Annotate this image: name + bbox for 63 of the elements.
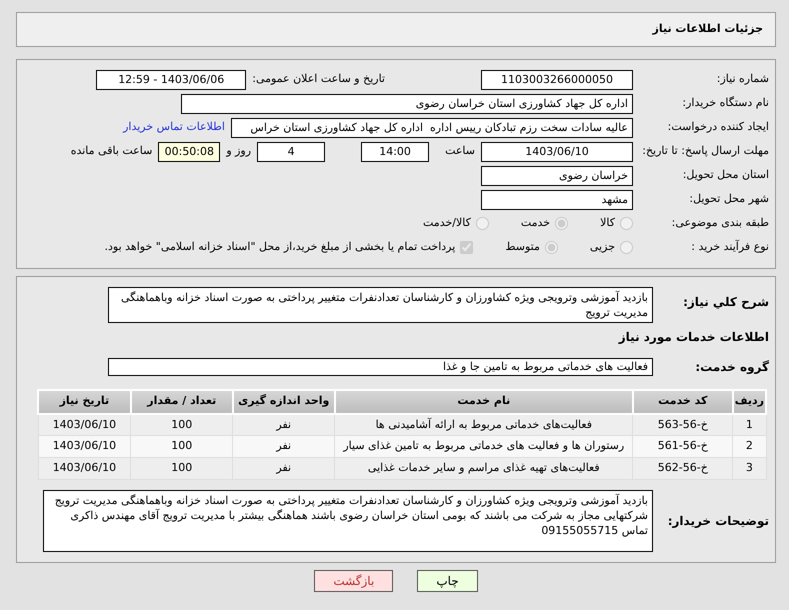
back-button[interactable]: بازگشت bbox=[314, 570, 394, 592]
field-label: گروه خدمت: bbox=[694, 358, 769, 376]
column-header: کد خدمت bbox=[632, 390, 733, 414]
table-cell: 1403/06/10 bbox=[38, 436, 131, 458]
buyer-org-field[interactable]: اداره کل جهاد کشاورزی استان خراسان رضوی bbox=[181, 94, 633, 114]
table-cell: خ-56-562 bbox=[632, 458, 733, 480]
field-label: توضیحات خریدار: bbox=[666, 513, 769, 530]
table-cell: نفر bbox=[232, 414, 335, 436]
column-header: نام خدمت bbox=[334, 390, 633, 414]
option-label: کالا/خدمت bbox=[423, 215, 471, 232]
field-label: شهر محل تحویل: bbox=[688, 191, 769, 208]
table-cell: 3 bbox=[732, 458, 766, 480]
field-label: شرح کلي نياز: bbox=[682, 294, 769, 310]
table-cell: رستوران ها و فعالیت های خدماتی مربوط به تامین غذای سیار bbox=[334, 436, 633, 458]
print-button[interactable]: چاپ bbox=[417, 570, 478, 592]
table-cell: 1403/06/10 bbox=[38, 458, 131, 480]
need-number-field[interactable]: 1103003266000050 bbox=[481, 70, 633, 90]
section-title: اطلاعات خدمات مورد نیاز bbox=[618, 328, 769, 346]
table-cell: نفر bbox=[232, 436, 335, 458]
table-cell: 100 bbox=[130, 436, 233, 458]
city-field[interactable]: مشهد bbox=[481, 190, 633, 210]
table-cell: نفر bbox=[232, 458, 335, 480]
field-label: روز و bbox=[226, 143, 252, 160]
field-label: مهلت ارسال پاسخ: تا تاریخ: bbox=[641, 143, 769, 160]
field-label: نوع فرآیند خرید : bbox=[690, 239, 769, 256]
remaining-time-field[interactable]: 00:50:08 bbox=[158, 142, 220, 162]
service-group-field[interactable]: فعالیت های خدماتی مربوط به تامین جا و غذا bbox=[108, 358, 653, 376]
column-header: ردیف bbox=[732, 390, 766, 414]
option-label: متوسط bbox=[505, 239, 540, 256]
table-cell: 100 bbox=[130, 414, 233, 436]
payment-note: پرداخت تمام یا بخشی از مبلغ خرید،از محل "اسناد خزانه اسلامی" خواهد بود. bbox=[104, 239, 456, 256]
province-field[interactable]: خراسان رضوی bbox=[481, 166, 633, 186]
table-cell: 100 bbox=[130, 458, 233, 480]
option-label: کالا bbox=[600, 215, 615, 232]
column-header: تاریخ نیاز bbox=[38, 390, 131, 414]
announce-date-field[interactable]: 1403/06/06 - 12:59 bbox=[96, 70, 246, 90]
description-box[interactable]: بازدید آموزشی وترویجی ویژه کشاورزان و کارشناسان تعدادنفرات متغییر پرداختی به صورت اسناد خزانه وباهماهنگی مدیریت ترویج bbox=[108, 286, 653, 322]
table-cell: فعالیت‌های خدماتی مربوط به ارائه آشامیدنی ها bbox=[334, 414, 633, 436]
field-label: طبقه بندی موضوعی: bbox=[670, 215, 769, 232]
deadline-time-field[interactable]: 14:00 bbox=[361, 142, 430, 162]
field-label: تاریخ و ساعت اعلان عمومی: bbox=[252, 71, 385, 88]
field-label: ساعت باقی مانده bbox=[70, 143, 152, 160]
field-label: شماره نیاز: bbox=[716, 71, 769, 88]
column-header: تعداد / مقدار bbox=[130, 390, 233, 414]
table-cell: خ-56-563 bbox=[632, 414, 733, 436]
deadline-date-field[interactable]: 1403/06/10 bbox=[481, 142, 633, 162]
field-label: استان محل تحویل: bbox=[682, 167, 769, 184]
field-label: نام دستگاه خریدار: bbox=[681, 95, 769, 112]
option-label: جزیی bbox=[590, 239, 615, 256]
table-cell: 2 bbox=[732, 436, 766, 458]
field-label: ایجاد کننده درخواست: bbox=[666, 119, 769, 136]
column-header: واحد اندازه گیری bbox=[232, 390, 335, 414]
days-field[interactable]: 4 bbox=[257, 142, 326, 162]
page-header: جزئیات اطلاعات نیاز bbox=[16, 12, 776, 46]
table-cell: 1403/06/10 bbox=[38, 414, 131, 436]
table-cell: فعالیت‌های تهیه غذای مراسم و سایر خدمات غذایی bbox=[334, 458, 633, 480]
field-label: ساعت bbox=[445, 143, 475, 160]
table-cell: 1 bbox=[732, 414, 766, 436]
requester-field[interactable]: عالیه سادات سخت رزم تبادکان رییس اداره اداره کل جهاد کشاورزی استان خراس bbox=[231, 118, 633, 138]
table-cell: خ-56-561 bbox=[632, 436, 733, 458]
contact-link[interactable]: اطلاعات تماس خریدار bbox=[123, 119, 225, 136]
option-label: خدمت bbox=[520, 215, 550, 232]
buyer-notes-box[interactable]: بازدید آموزشی وترویجی ویژه کشاورزان و کارشناسان تعدادنفرات متغییر پرداختی به صورت اسناد خزانه وباهماهنگی مدیریت ترویج شرکتهایی مجاز به شرکت می باشند که بومی استان خراسان رضوی باشند هماهنگی بیشتر با مدیریت ترویج آقای مهندس ذاکری تماس 09155055715 bbox=[43, 490, 653, 552]
